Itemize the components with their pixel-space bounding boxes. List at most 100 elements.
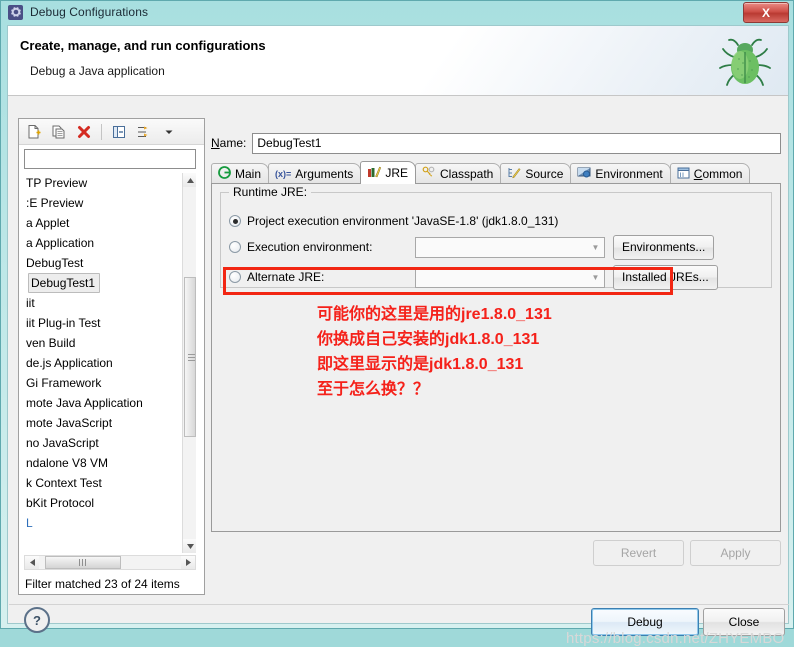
tab-common[interactable]: Common (669, 163, 751, 184)
tab-environment[interactable]: Environment (570, 163, 671, 184)
common-window-icon (677, 167, 690, 182)
list-item[interactable]: a Application (24, 233, 182, 253)
view-menu-chevron-icon[interactable] (158, 121, 180, 143)
horizontal-scroll-thumb[interactable] (45, 556, 121, 569)
scroll-up-arrow-icon[interactable] (183, 173, 196, 187)
list-item[interactable]: :E Preview (24, 193, 182, 213)
list-item[interactable]: iit Plug-in Test (24, 313, 182, 333)
debug-configurations-window: Debug Configurations X Create, manage, a… (0, 0, 794, 647)
duplicate-configuration-icon[interactable] (48, 121, 70, 143)
configurations-tree-pane: TP Preview :E Preview a Applet a Applica… (18, 118, 205, 595)
tab-classpath[interactable]: Classpath (414, 163, 502, 184)
green-bug-icon (716, 33, 774, 91)
tab-source[interactable]: Source (500, 163, 572, 184)
footer-divider (9, 604, 789, 605)
annotation-line: 可能你的这里是用的jre1.8.0_131 (317, 306, 552, 323)
environment-monitor-icon (577, 166, 591, 182)
filter-status-text: Filter matched 23 of 24 items (25, 577, 180, 591)
chevron-down-icon: ▼ (591, 272, 600, 282)
environments-button[interactable]: Environments... (613, 234, 715, 260)
main-green-circle-icon (218, 166, 231, 182)
runtime-jre-group-title: Runtime JRE: (229, 185, 312, 199)
list-item-selected[interactable]: DebugTest1 (28, 273, 101, 293)
revert-button[interactable]: Revert (593, 540, 684, 566)
list-item[interactable]: a Applet (24, 213, 182, 233)
configurations-list[interactable]: TP Preview :E Preview a Applet a Applica… (24, 173, 196, 553)
list-item[interactable]: ndalone V8 VM (24, 453, 182, 473)
chevron-down-icon: ▼ (591, 242, 600, 252)
annotation-line: 即这里显示的是jdk1.8.0_131 (317, 356, 524, 373)
apply-button[interactable]: Apply (690, 540, 781, 566)
radio-project-execution-environment[interactable] (229, 215, 241, 227)
toolbar-separator (101, 123, 102, 140)
tab-label: Common (693, 167, 743, 181)
tab-label: Source (525, 167, 564, 181)
tab-label: Environment (595, 167, 663, 181)
arguments-variable-icon: (x)= (275, 169, 292, 179)
gear-icon (8, 4, 23, 20)
horizontal-scroll-track[interactable] (39, 556, 181, 569)
close-button[interactable]: Close (703, 608, 785, 636)
installed-jres-button[interactable]: Installed JREs... (613, 264, 718, 290)
classpath-keys-icon (422, 166, 436, 182)
list-item[interactable]: TP Preview (24, 173, 182, 193)
list-item[interactable]: de.js Application (24, 353, 182, 373)
configuration-name-input[interactable] (252, 132, 781, 154)
tab-jre[interactable]: JRE (360, 161, 416, 184)
dialog-body: Create, manage, and run configurations D… (7, 25, 789, 647)
option-label: Alternate JRE: (247, 270, 325, 284)
list-item[interactable]: L (24, 513, 182, 533)
runtime-jre-group: Runtime JRE: Project execution environme… (220, 185, 772, 295)
list-item[interactable]: iit (24, 293, 182, 313)
annotation-line: 你换成自己安装的jdk1.8.0_131 (317, 331, 540, 348)
list-item[interactable]: bKit Protocol (24, 493, 182, 513)
collapse-all-icon[interactable] (108, 121, 130, 143)
scroll-thumb-grip (78, 559, 88, 566)
help-question-icon[interactable]: ? (24, 607, 50, 633)
list-item[interactable]: no JavaScript (24, 433, 182, 453)
vertical-scroll-thumb[interactable] (184, 277, 196, 437)
jre-books-icon (367, 165, 382, 181)
list-item[interactable]: DebugTest (24, 253, 182, 273)
tab-label: Main (235, 167, 262, 181)
delete-configuration-icon[interactable] (73, 121, 95, 143)
option-project-execution-environment[interactable]: Project execution environment 'JavaSE-1.… (229, 211, 558, 231)
alternate-jre-combo[interactable]: ▼ (415, 266, 605, 288)
option-label: Project execution environment 'JavaSE-1.… (247, 214, 559, 228)
option-label: Execution environment: (247, 240, 373, 254)
list-item[interactable]: ven Build (24, 333, 182, 353)
tab-main[interactable]: Main (211, 163, 270, 184)
apply-revert-row: Revert Apply (211, 540, 781, 566)
new-configuration-icon[interactable] (23, 121, 45, 143)
name-label: Name: (211, 136, 247, 150)
scroll-down-arrow-icon[interactable] (183, 539, 196, 553)
window-frame: Debug Configurations X Create, manage, a… (0, 0, 794, 647)
list-vertical-scrollbar[interactable] (182, 173, 196, 553)
list-item[interactable]: mote JavaScript (24, 413, 182, 433)
window-title: Debug Configurations (30, 5, 149, 19)
jre-tab-panel: Runtime JRE: Project execution environme… (211, 183, 781, 532)
tab-label: Classpath (439, 167, 494, 181)
radio-execution-environment[interactable] (229, 241, 241, 253)
filter-input[interactable] (24, 149, 196, 169)
dialog-header: Create, manage, and run configurations D… (8, 26, 788, 96)
list-item[interactable]: Gi Framework (24, 373, 182, 393)
scroll-left-arrow-icon[interactable] (25, 556, 39, 569)
annotation-text: 可能你的这里是用的jre1.8.0_131 你换成自己安装的jdk1.8.0_1… (317, 302, 552, 402)
configurations-list-items: TP Preview :E Preview a Applet a Applica… (24, 173, 182, 533)
name-row: Name: (211, 132, 781, 154)
tab-arguments[interactable]: (x)= Arguments (268, 163, 362, 184)
option-alternate-jre[interactable]: Alternate JRE: ▼ Installed JREs... (229, 264, 765, 290)
option-execution-environment[interactable]: Execution environment: ▼ Environments... (229, 234, 765, 260)
list-item[interactable]: k Context Test (24, 473, 182, 493)
radio-alternate-jre[interactable] (229, 271, 241, 283)
execution-environment-combo[interactable]: ▼ (415, 236, 605, 258)
scroll-right-arrow-icon[interactable] (181, 556, 195, 569)
debug-button[interactable]: Debug (591, 608, 699, 636)
list-item[interactable]: mote Java Application (24, 393, 182, 413)
filter-configurations-icon[interactable] (133, 121, 155, 143)
window-close-button[interactable]: X (743, 2, 789, 23)
tab-label: Arguments (295, 167, 354, 181)
list-horizontal-scrollbar[interactable] (24, 555, 196, 570)
page-subtitle: Debug a Java application (30, 64, 165, 78)
